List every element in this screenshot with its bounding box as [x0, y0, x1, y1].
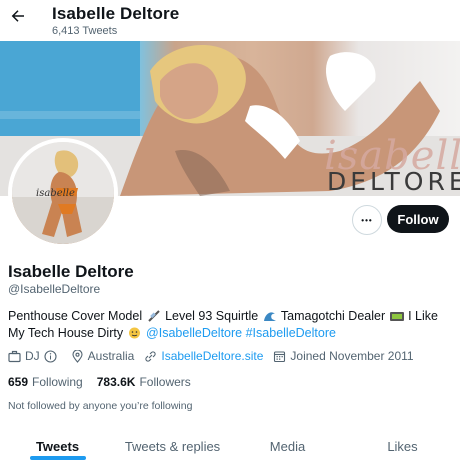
wave-emoji-icon [263, 310, 277, 322]
profile-display-name: Isabelle Deltore [8, 262, 134, 281]
tweet-count: 6,413 Tweets [52, 25, 118, 37]
arrow-left-icon [9, 7, 27, 30]
avatar[interactable]: isabelle [8, 138, 118, 248]
following-count: 659 [8, 375, 29, 389]
avatar-brand-text: isabelle [36, 188, 75, 199]
back-button[interactable] [6, 6, 30, 30]
banner-brand-text: DELTORE [327, 167, 460, 196]
follow-stats: 659 Following 783.6K Followers [8, 375, 205, 389]
tab-tweets-replies[interactable]: Tweets & replies [115, 432, 230, 460]
profile-bio: Penthouse Cover Model Level 93 Squirtle … [8, 308, 448, 342]
face-emoji-icon [128, 327, 142, 339]
keyboard-emoji-icon [389, 310, 404, 322]
header-name: Isabelle Deltore [52, 4, 180, 23]
location-pin-icon [71, 349, 84, 363]
followers-label: Followers [139, 375, 191, 389]
bio-text: Level 93 Squirtle [161, 309, 262, 323]
profile-location: Australia [71, 349, 135, 363]
follow-button[interactable]: Follow [387, 205, 449, 233]
bio-hashtag-link[interactable]: #IsabelleDeltore [246, 326, 336, 340]
not-followed-notice: Not followed by anyone you’re following [8, 400, 193, 412]
more-icon: ••• [361, 215, 373, 225]
followers-count: 783.6K [96, 375, 136, 389]
website-link[interactable]: IsabelleDeltore.site [161, 349, 263, 363]
profile-header: Isabelle Deltore 6,413 Tweets [0, 0, 460, 41]
syringe-emoji-icon [147, 310, 161, 322]
tab-media[interactable]: Media [230, 432, 345, 460]
following-label: Following [32, 375, 83, 389]
calendar-icon [273, 350, 286, 363]
bio-text: Penthouse Cover Model [8, 309, 146, 323]
more-options-button[interactable]: ••• [352, 205, 382, 235]
profile-category: DJ [8, 349, 61, 363]
following-link[interactable]: 659 Following [8, 375, 83, 389]
briefcase-icon [8, 350, 21, 363]
bio-mention-link[interactable]: @IsabelleDeltore [146, 326, 242, 340]
profile-handle: @IsabelleDeltore [8, 282, 101, 296]
profile-meta: DJ Australia IsabelleDeltore.site Joined… [8, 349, 424, 363]
profile-joined: Joined November 2011 [273, 349, 414, 363]
info-icon[interactable] [44, 349, 57, 363]
location-text: Australia [87, 349, 135, 363]
tab-tweets[interactable]: Tweets [0, 432, 115, 460]
followers-link[interactable]: 783.6K Followers [97, 375, 191, 389]
category-text: DJ [25, 349, 40, 363]
tab-likes[interactable]: Likes [345, 432, 460, 460]
bio-text: Tamagotchi Dealer [277, 309, 389, 323]
joined-text: Joined November 2011 [290, 349, 414, 363]
profile-tabs: Tweets Tweets & replies Media Likes [0, 432, 460, 460]
profile-website[interactable]: IsabelleDeltore.site [144, 349, 263, 363]
link-icon [144, 350, 157, 363]
